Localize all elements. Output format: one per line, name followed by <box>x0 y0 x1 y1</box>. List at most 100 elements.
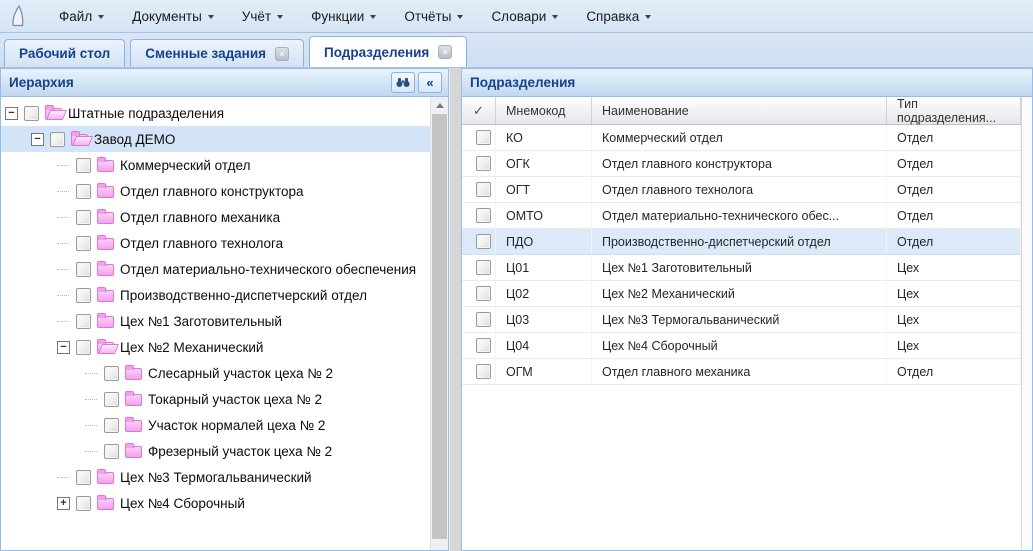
checkbox[interactable] <box>476 312 491 327</box>
column-header-name[interactable]: Наименование <box>592 97 887 124</box>
folder-icon <box>97 212 114 224</box>
cell-type: Отдел <box>887 151 1021 176</box>
table-row[interactable]: Ц02 Цех №2 Механический Цех <box>462 281 1021 307</box>
folder-icon <box>97 264 114 276</box>
column-header-code[interactable]: Мнемокод <box>496 97 592 124</box>
cell-code: Ц01 <box>496 255 592 280</box>
menu-documents[interactable]: Документы <box>119 4 227 29</box>
tab-departments[interactable]: Подразделения × <box>309 36 467 67</box>
tab-desktop[interactable]: Рабочий стол <box>4 39 125 67</box>
menu-help[interactable]: Справка <box>573 4 664 29</box>
checkbox[interactable] <box>76 210 91 225</box>
collapse-panel-button[interactable]: « <box>418 72 442 93</box>
tree-item[interactable]: Слесарный участок цеха № 2 <box>1 360 430 386</box>
departments-panel-title: Подразделения <box>470 75 1026 90</box>
expand-toggle-icon[interactable]: + <box>57 497 70 510</box>
application-window: Файл Документы Учёт Функции Отчёты Слова… <box>0 0 1033 551</box>
close-icon[interactable]: × <box>275 47 289 61</box>
checkbox[interactable] <box>76 496 91 511</box>
menu-file[interactable]: Файл <box>46 4 117 29</box>
cell-name: Цех №2 Механический <box>592 281 887 306</box>
table-row[interactable]: ОГМ Отдел главного механика Отдел <box>462 359 1021 385</box>
checkbox[interactable] <box>476 156 491 171</box>
cell-type: Цех <box>887 281 1021 306</box>
tree-item[interactable]: Производственно-диспетчерский отдел <box>1 282 430 308</box>
vertical-scrollbar[interactable] <box>430 97 448 550</box>
collapse-toggle-icon[interactable]: − <box>5 107 18 120</box>
tab-shift-tasks[interactable]: Сменные задания × <box>130 39 304 67</box>
search-button[interactable] <box>391 72 415 93</box>
tree-item[interactable]: + Цех №4 Сборочный <box>1 490 430 516</box>
collapse-toggle-icon[interactable]: − <box>31 133 44 146</box>
checkbox[interactable] <box>76 262 91 277</box>
checkbox[interactable] <box>50 132 65 147</box>
column-header-check[interactable]: ✓ <box>462 97 496 124</box>
scroll-up-button[interactable] <box>431 97 448 114</box>
tree-item[interactable]: Цех №3 Термогальванический <box>1 464 430 490</box>
checkbox[interactable] <box>476 286 491 301</box>
tree-item[interactable]: Коммерческий отдел <box>1 152 430 178</box>
checkbox[interactable] <box>76 184 91 199</box>
tree-item[interactable]: Фрезерный участок цеха № 2 <box>1 438 430 464</box>
cell-name: Коммерческий отдел <box>592 125 887 150</box>
checkbox[interactable] <box>476 182 491 197</box>
tree-item[interactable]: Отдел материально-технического обеспечен… <box>1 256 430 282</box>
checkbox[interactable] <box>104 366 119 381</box>
cell-name: Отдел главного технолога <box>592 177 887 202</box>
tree-item[interactable]: Отдел главного технолога <box>1 230 430 256</box>
cell-type: Отдел <box>887 229 1021 254</box>
tree-item-label: Слесарный участок цеха № 2 <box>148 366 333 381</box>
tree-item[interactable]: Участок нормалей цеха № 2 <box>1 412 430 438</box>
checkbox[interactable] <box>76 158 91 173</box>
checkbox[interactable] <box>76 314 91 329</box>
menu-dictionaries[interactable]: Словари <box>478 4 571 29</box>
tree-item[interactable]: Цех №1 Заготовительный <box>1 308 430 334</box>
checkbox[interactable] <box>476 234 491 249</box>
tree-item[interactable]: Отдел главного конструктора <box>1 178 430 204</box>
tree-item-label: Цех №2 Механический <box>120 340 263 355</box>
tree-connector <box>85 393 98 406</box>
departments-tree: − Штатные подразделения − Завод ДЕМО <box>1 97 430 550</box>
tree-item[interactable]: − Цех №2 Механический <box>1 334 430 360</box>
checkbox[interactable] <box>476 208 491 223</box>
checkbox[interactable] <box>476 130 491 145</box>
checkbox[interactable] <box>104 392 119 407</box>
tree-item[interactable]: Отдел главного механика <box>1 204 430 230</box>
cell-code: КО <box>496 125 592 150</box>
table-row[interactable]: ОМТО Отдел материально-технического обес… <box>462 203 1021 229</box>
table-row[interactable]: Ц01 Цех №1 Заготовительный Цех <box>462 255 1021 281</box>
table-row[interactable]: ОГТ Отдел главного технолога Отдел <box>462 177 1021 203</box>
scrollbar-thumb[interactable] <box>432 114 447 539</box>
cell-name: Производственно-диспетчерский отдел <box>592 229 887 254</box>
checkbox[interactable] <box>76 288 91 303</box>
menu-functions[interactable]: Функции <box>298 4 389 29</box>
collapse-toggle-icon[interactable]: − <box>57 341 70 354</box>
scrollbar-gutter <box>1021 97 1032 550</box>
tree-connector <box>57 185 70 198</box>
menu-accounting[interactable]: Учёт <box>229 4 296 29</box>
checkbox[interactable] <box>476 260 491 275</box>
tree-item-label: Штатные подразделения <box>68 106 224 121</box>
checkbox[interactable] <box>104 418 119 433</box>
table-row[interactable]: Ц03 Цех №3 Термогальванический Цех <box>462 307 1021 333</box>
tree-item[interactable]: − Штатные подразделения <box>1 100 430 126</box>
checkbox[interactable] <box>24 106 39 121</box>
checkbox[interactable] <box>476 364 491 379</box>
checkbox[interactable] <box>104 444 119 459</box>
table-row-selected[interactable]: ПДО Производственно-диспетчерский отдел … <box>462 229 1021 255</box>
table-row[interactable]: ОГК Отдел главного конструктора Отдел <box>462 151 1021 177</box>
table-row[interactable]: КО Коммерческий отдел Отдел <box>462 125 1021 151</box>
tree-item-label: Фрезерный участок цеха № 2 <box>148 444 332 459</box>
hierarchy-panel-title: Иерархия <box>9 75 388 90</box>
checkbox[interactable] <box>76 470 91 485</box>
checkbox[interactable] <box>76 340 91 355</box>
column-header-type[interactable]: Тип подразделения... <box>887 97 1021 124</box>
table-row[interactable]: Ц04 Цех №4 Сборочный Цех <box>462 333 1021 359</box>
close-icon[interactable]: × <box>438 45 452 59</box>
tree-item[interactable]: − Завод ДЕМО <box>1 126 430 152</box>
panel-splitter[interactable] <box>449 68 461 551</box>
tree-item[interactable]: Токарный участок цеха № 2 <box>1 386 430 412</box>
menu-reports[interactable]: Отчёты <box>391 4 476 29</box>
checkbox[interactable] <box>476 338 491 353</box>
checkbox[interactable] <box>76 236 91 251</box>
